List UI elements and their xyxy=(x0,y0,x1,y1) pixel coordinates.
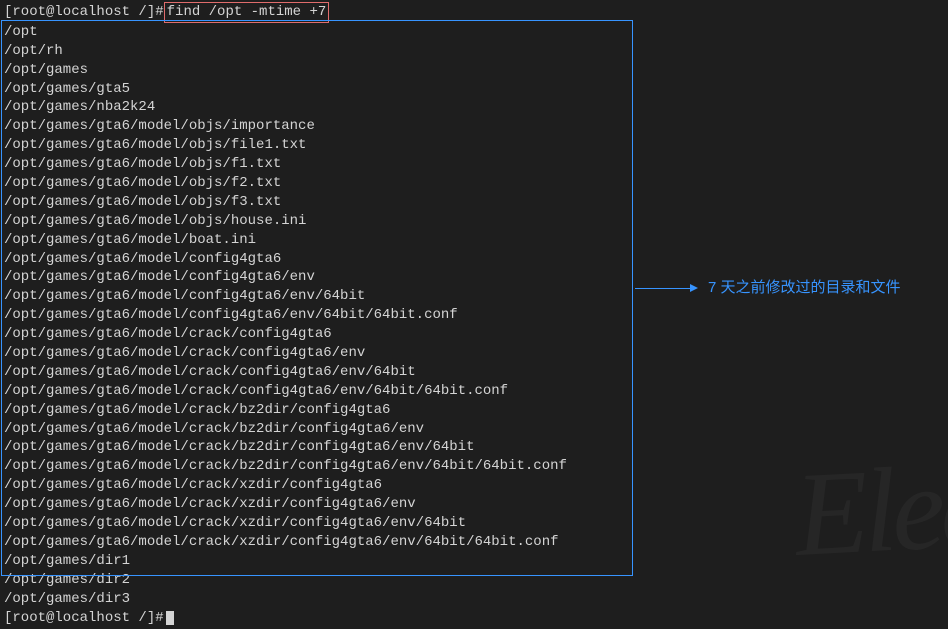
output-line: /opt/games/dir3 xyxy=(4,590,944,609)
output-line: /opt/games/gta6/model/crack/xzdir/config… xyxy=(4,533,944,552)
command-output: /opt/opt/rh/opt/games/opt/games/gta5/opt… xyxy=(4,23,944,609)
shell-prompt: [root@localhost /]# xyxy=(4,3,164,22)
cursor xyxy=(166,611,174,625)
command-highlight: find /opt -mtime +7 xyxy=(164,2,330,23)
arrow-line xyxy=(635,288,690,289)
output-line: /opt/games/gta6/model/crack/config4gta6/… xyxy=(4,363,944,382)
output-line: /opt/games/gta6/model/crack/bz2dir/confi… xyxy=(4,457,944,476)
arrow-head-icon xyxy=(690,284,698,292)
output-line: /opt/games/gta6/model/crack/xzdir/config… xyxy=(4,495,944,514)
output-line: /opt/games/gta6/model/crack/bz2dir/confi… xyxy=(4,438,944,457)
terminal-window[interactable]: [root@localhost /]# find /opt -mtime +7 … xyxy=(0,0,948,629)
output-line: /opt/games/gta6/model/crack/config4gta6 xyxy=(4,325,944,344)
output-line: /opt/games/gta6/model/crack/config4gta6/… xyxy=(4,382,944,401)
prompt-line-1: [root@localhost /]# find /opt -mtime +7 xyxy=(4,2,944,23)
output-line: /opt/games/gta6/model/objs/f1.txt xyxy=(4,155,944,174)
output-line: /opt/games/nba2k24 xyxy=(4,98,944,117)
output-line: /opt/games/gta6/model/crack/config4gta6/… xyxy=(4,344,944,363)
shell-prompt: [root@localhost /]# xyxy=(4,609,164,628)
output-line: /opt/games/gta6/model/objs/file1.txt xyxy=(4,136,944,155)
output-line: /opt/games xyxy=(4,61,944,80)
output-line: /opt/games/gta6/model/objs/importance xyxy=(4,117,944,136)
output-line: /opt/games/gta6/model/crack/xzdir/config… xyxy=(4,514,944,533)
output-line: /opt/games/gta6/model/config4gta6 xyxy=(4,250,944,269)
output-line: /opt/rh xyxy=(4,42,944,61)
output-line: /opt/games/gta6/model/crack/bz2dir/confi… xyxy=(4,420,944,439)
output-line: /opt/games/gta6/model/objs/f3.txt xyxy=(4,193,944,212)
output-line: /opt/games/gta6/model/crack/bz2dir/confi… xyxy=(4,401,944,420)
output-line: /opt/games/dir1 xyxy=(4,552,944,571)
output-line: /opt/games/dir2 xyxy=(4,571,944,590)
output-line: /opt/games/gta5 xyxy=(4,80,944,99)
annotation-arrow: 7 天之前修改过的目录和文件 xyxy=(635,278,901,298)
prompt-line-2[interactable]: [root@localhost /]# xyxy=(4,609,944,628)
output-line: /opt/games/gta6/model/config4gta6/env/64… xyxy=(4,306,944,325)
output-line: /opt/games/gta6/model/crack/xzdir/config… xyxy=(4,476,944,495)
output-line: /opt/games/gta6/model/objs/house.ini xyxy=(4,212,944,231)
annotation-text: 7 天之前修改过的目录和文件 xyxy=(708,278,901,298)
output-line: /opt/games/gta6/model/boat.ini xyxy=(4,231,944,250)
output-line: /opt/games/gta6/model/objs/f2.txt xyxy=(4,174,944,193)
output-line: /opt xyxy=(4,23,944,42)
